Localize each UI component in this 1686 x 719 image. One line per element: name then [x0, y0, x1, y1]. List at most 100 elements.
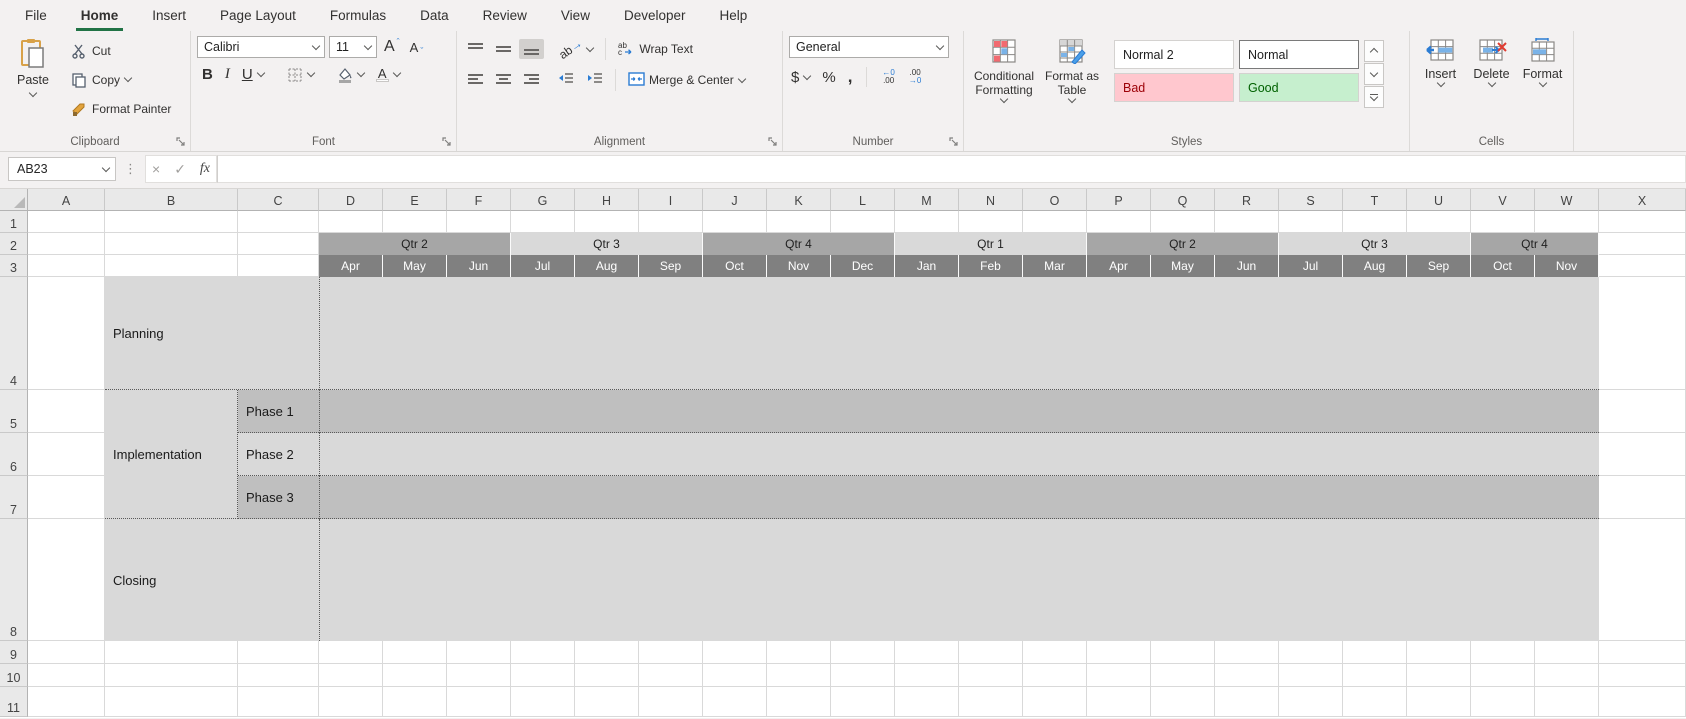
- cell-W10[interactable]: [1535, 664, 1599, 687]
- alignment-dialog-launcher[interactable]: [768, 137, 779, 148]
- comma-style-button[interactable]: ,: [846, 67, 855, 87]
- cell-A3[interactable]: [28, 255, 105, 277]
- task-phase3-label[interactable]: Phase 3: [238, 476, 319, 519]
- month-cell-9[interactable]: Dec: [831, 255, 895, 277]
- cell-F9[interactable]: [447, 641, 511, 664]
- month-cell-11[interactable]: Feb: [959, 255, 1023, 277]
- column-header-U[interactable]: U: [1407, 189, 1471, 211]
- cell-X4[interactable]: [1599, 277, 1686, 390]
- column-header-B[interactable]: B: [105, 189, 238, 211]
- column-header-P[interactable]: P: [1087, 189, 1151, 211]
- style-normal-2[interactable]: Normal 2: [1114, 40, 1234, 69]
- cell-A4[interactable]: [28, 277, 105, 390]
- cell-X5[interactable]: [1599, 390, 1686, 433]
- cell-I9[interactable]: [639, 641, 703, 664]
- cell-W1[interactable]: [1535, 211, 1599, 233]
- increase-decimal-button[interactable]: ←0.00: [879, 67, 897, 87]
- cell-H11[interactable]: [575, 687, 639, 717]
- cell-E11[interactable]: [383, 687, 447, 717]
- align-bottom-button[interactable]: [519, 39, 544, 59]
- month-cell-16[interactable]: Jul: [1279, 255, 1343, 277]
- cell-A11[interactable]: [28, 687, 105, 717]
- quarter-cell-2[interactable]: Qtr 3: [511, 233, 703, 255]
- cell-T1[interactable]: [1343, 211, 1407, 233]
- row-header-8[interactable]: 8: [0, 519, 28, 641]
- cell-F10[interactable]: [447, 664, 511, 687]
- quarter-cell-7[interactable]: Qtr 4: [1471, 233, 1599, 255]
- cell-J10[interactable]: [703, 664, 767, 687]
- column-header-M[interactable]: M: [895, 189, 959, 211]
- cell-B3[interactable]: [105, 255, 238, 277]
- tab-developer[interactable]: Developer: [607, 0, 703, 31]
- column-header-R[interactable]: R: [1215, 189, 1279, 211]
- clipboard-dialog-launcher[interactable]: [176, 137, 187, 148]
- gallery-scroll-up-button[interactable]: [1364, 40, 1384, 62]
- font-family-combobox[interactable]: Calibri: [197, 36, 325, 58]
- month-cell-3[interactable]: Jun: [447, 255, 511, 277]
- select-all-corner[interactable]: [0, 189, 28, 211]
- insert-function-button[interactable]: fx: [200, 161, 210, 177]
- wrap-text-button[interactable]: abc Wrap Text: [613, 39, 698, 59]
- cell-X7[interactable]: [1599, 476, 1686, 519]
- cell-W9[interactable]: [1535, 641, 1599, 664]
- number-dialog-launcher[interactable]: [949, 137, 960, 148]
- align-left-button[interactable]: [463, 70, 488, 90]
- month-cell-6[interactable]: Sep: [639, 255, 703, 277]
- cell-S9[interactable]: [1279, 641, 1343, 664]
- bold-button[interactable]: B: [197, 64, 218, 85]
- cell-G9[interactable]: [511, 641, 575, 664]
- column-header-H[interactable]: H: [575, 189, 639, 211]
- cell-P1[interactable]: [1087, 211, 1151, 233]
- task-planning-bar[interactable]: [319, 277, 1599, 390]
- paste-button[interactable]: Paste: [6, 36, 60, 132]
- cell-I11[interactable]: [639, 687, 703, 717]
- cell-F1[interactable]: [447, 211, 511, 233]
- underline-button[interactable]: U: [237, 64, 269, 85]
- tab-help[interactable]: Help: [703, 0, 765, 31]
- cell-S10[interactable]: [1279, 664, 1343, 687]
- cell-A10[interactable]: [28, 664, 105, 687]
- cell-H10[interactable]: [575, 664, 639, 687]
- cell-I10[interactable]: [639, 664, 703, 687]
- number-format-combobox[interactable]: General: [789, 36, 949, 58]
- cell-C1[interactable]: [238, 211, 319, 233]
- month-cell-4[interactable]: Jul: [511, 255, 575, 277]
- conditional-formatting-button[interactable]: Conditional Formatting: [970, 36, 1038, 132]
- cell-A1[interactable]: [28, 211, 105, 233]
- cancel-button[interactable]: ×: [152, 161, 160, 177]
- cell-V9[interactable]: [1471, 641, 1535, 664]
- row-header-4[interactable]: 4: [0, 277, 28, 390]
- column-header-W[interactable]: W: [1535, 189, 1599, 211]
- cell-T11[interactable]: [1343, 687, 1407, 717]
- cell-S11[interactable]: [1279, 687, 1343, 717]
- row-header-1[interactable]: 1: [0, 211, 28, 233]
- cell-X11[interactable]: [1599, 687, 1686, 717]
- month-cell-12[interactable]: Mar: [1023, 255, 1087, 277]
- cell-X3[interactable]: [1599, 255, 1686, 277]
- cell-P10[interactable]: [1087, 664, 1151, 687]
- cell-X1[interactable]: [1599, 211, 1686, 233]
- cell-C3[interactable]: [238, 255, 319, 277]
- quarter-cell-6[interactable]: Qtr 3: [1279, 233, 1471, 255]
- task-phase3-bar[interactable]: [319, 476, 1599, 519]
- row-header-2[interactable]: 2: [0, 233, 28, 255]
- font-size-combobox[interactable]: 11: [329, 36, 377, 58]
- row-header-9[interactable]: 9: [0, 641, 28, 664]
- cell-B9[interactable]: [105, 641, 238, 664]
- task-closing-bar[interactable]: [319, 519, 1599, 641]
- column-header-G[interactable]: G: [511, 189, 575, 211]
- cell-U11[interactable]: [1407, 687, 1471, 717]
- column-header-S[interactable]: S: [1279, 189, 1343, 211]
- cell-D10[interactable]: [319, 664, 383, 687]
- cell-L1[interactable]: [831, 211, 895, 233]
- cell-B1[interactable]: [105, 211, 238, 233]
- cell-H1[interactable]: [575, 211, 639, 233]
- column-header-I[interactable]: I: [639, 189, 703, 211]
- cell-N9[interactable]: [959, 641, 1023, 664]
- align-middle-button[interactable]: [491, 39, 516, 59]
- row-header-11[interactable]: 11: [0, 687, 28, 717]
- cell-O9[interactable]: [1023, 641, 1087, 664]
- cell-M9[interactable]: [895, 641, 959, 664]
- row-header-6[interactable]: 6: [0, 433, 28, 476]
- style-normal[interactable]: Normal: [1239, 40, 1359, 69]
